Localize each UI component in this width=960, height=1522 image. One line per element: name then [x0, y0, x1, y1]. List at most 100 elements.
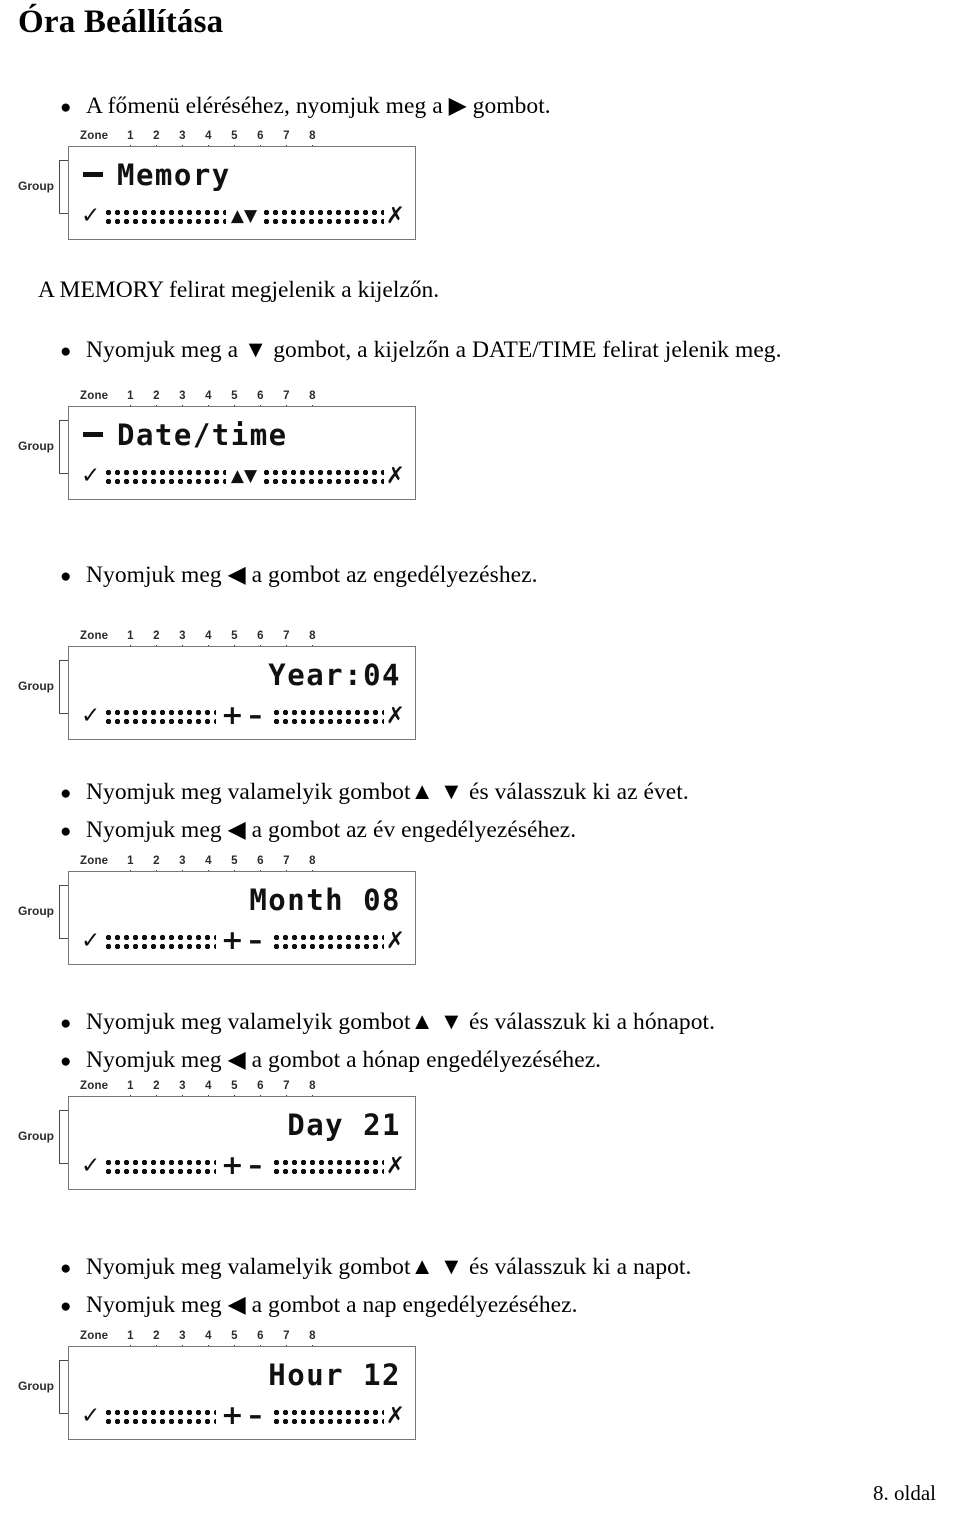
- zone-scale-header: Zone 1 2 3 4 5 6 7 8: [80, 1322, 325, 1354]
- close-icon[interactable]: ✗: [386, 464, 405, 488]
- zone-number: 7: [273, 630, 299, 654]
- check-icon[interactable]: ✓: [81, 704, 100, 728]
- plus-minus-icon[interactable]: +–: [221, 1402, 267, 1429]
- up-down-arrows-icon[interactable]: ▲▼: [231, 207, 257, 225]
- close-icon[interactable]: ✗: [386, 704, 405, 728]
- instruction-text: Nyomjuk meg valamelyik gombot▲ ▼ és vála…: [86, 1009, 716, 1035]
- zone-number-list: 1 2 3 4 5 6 7 8: [117, 130, 325, 154]
- zone-number: 7: [273, 390, 299, 414]
- check-icon[interactable]: ✓: [81, 464, 100, 488]
- zone-number: 4: [195, 130, 221, 154]
- up-down-arrows-icon[interactable]: ▲▼: [231, 467, 257, 485]
- zone-number: 2: [143, 130, 169, 154]
- list-item: ● Nyomjuk meg a ▼ gombot, a kijelzőn a D…: [60, 332, 782, 370]
- zone-number: 2: [143, 390, 169, 414]
- zone-number-list: 1 2 3 4 5 6 7 8: [117, 1080, 325, 1104]
- check-icon[interactable]: ✓: [81, 204, 100, 228]
- lcd-softkey-bar: ✓ +– ✗: [81, 1152, 405, 1179]
- lcd-display-month: Zone 1 2 3 4 5 6 7 8 Group Month 08 ✓ +–…: [18, 847, 438, 972]
- close-icon[interactable]: ✗: [386, 204, 405, 228]
- zone-number: 5: [221, 1330, 247, 1354]
- check-icon[interactable]: ✓: [81, 1404, 100, 1428]
- dotted-rule: [104, 1157, 216, 1175]
- zone-number: 4: [195, 1080, 221, 1104]
- zone-number: 3: [169, 390, 195, 414]
- check-icon[interactable]: ✓: [81, 929, 100, 953]
- list-item: ● Nyomjuk meg ◀ a gombot a nap engedélye…: [60, 1287, 691, 1325]
- lcd-softkey-bar: ✓ ▲▼ ✗: [81, 463, 405, 489]
- group-label: Group: [18, 1379, 54, 1393]
- lcd-screen: Day 21 ✓ +– ✗: [68, 1096, 416, 1190]
- lcd-text-row: Hour 12: [83, 1357, 403, 1393]
- zone-label: Zone: [80, 390, 109, 402]
- zone-number: 6: [247, 130, 273, 154]
- zone-number: 6: [247, 855, 273, 879]
- zone-number: 1: [117, 1080, 143, 1104]
- group-label: Group: [18, 439, 54, 453]
- zone-number: 6: [247, 1330, 273, 1354]
- zone-number: 4: [195, 855, 221, 879]
- zone-number: 4: [195, 1330, 221, 1354]
- lcd-softkey-bar: ✓ +– ✗: [81, 1402, 405, 1429]
- zone-number: 7: [273, 130, 299, 154]
- page-title: Óra Beállítása: [18, 4, 224, 40]
- plus-minus-icon[interactable]: +–: [221, 927, 267, 954]
- zone-number: 3: [169, 130, 195, 154]
- zone-scale-header: Zone 1 2 3 4 5 6 7 8: [80, 122, 325, 154]
- zone-number: 5: [221, 630, 247, 654]
- check-icon[interactable]: ✓: [81, 1154, 100, 1178]
- plus-minus-icon[interactable]: +–: [221, 702, 267, 729]
- zone-number: 3: [169, 855, 195, 879]
- instruction-text: A főmenü eléréséhez, nyomjuk meg a ▶ gom…: [86, 93, 551, 119]
- lcd-text-row: Month 08: [83, 882, 403, 918]
- lcd-midkey[interactable]: ▲▼: [226, 207, 262, 225]
- bullet-dot-icon: ●: [60, 97, 72, 118]
- dotted-rule: [104, 467, 226, 485]
- lcd-text-row: Date/time: [83, 417, 403, 453]
- zone-number: 1: [117, 390, 143, 414]
- dotted-rule: [104, 207, 226, 225]
- lcd-display-date-time: Zone 1 2 3 4 5 6 7 8 Group Date/time ✓ ▲…: [18, 382, 438, 507]
- close-icon[interactable]: ✗: [386, 929, 405, 953]
- lcd-midkey[interactable]: ▲▼: [226, 467, 262, 485]
- zone-number-list: 1 2 3 4 5 6 7 8: [117, 1330, 325, 1354]
- zone-number: 8: [299, 1080, 325, 1104]
- lcd-display-day: Zone 1 2 3 4 5 6 7 8 Group Day 21 ✓ +– ✗: [18, 1072, 438, 1197]
- lcd-text-row: Day 21: [83, 1107, 403, 1143]
- instruction-text: Nyomjuk meg ◀ a gombot a nap engedélyezé…: [86, 1292, 578, 1318]
- zone-number: 5: [221, 855, 247, 879]
- plus-minus-icon[interactable]: +–: [221, 1152, 267, 1179]
- lcd-screen: Memory ✓ ▲▼ ✗: [68, 146, 416, 240]
- zone-number: 8: [299, 130, 325, 154]
- lcd-display-hour: Zone 1 2 3 4 5 6 7 8 Group Hour 12 ✓ +– …: [18, 1322, 438, 1447]
- list-item: ● Nyomjuk meg valamelyik gombot▲ ▼ és vá…: [60, 774, 689, 812]
- zone-number: 1: [117, 1330, 143, 1354]
- lcd-softkey-bar: ✓ ▲▼ ✗: [81, 203, 405, 229]
- lcd-display-memory: Zone 1 2 3 4 5 6 7 8 Group Memory ✓ ▲▼ ✗: [18, 122, 438, 247]
- instruction-block-5: ● Nyomjuk meg valamelyik gombot▲ ▼ és vá…: [60, 1004, 715, 1080]
- lcd-midkey[interactable]: +–: [216, 1402, 272, 1429]
- zone-number: 1: [117, 630, 143, 654]
- zone-label: Zone: [80, 130, 109, 142]
- zone-label: Zone: [80, 855, 109, 867]
- zone-number: 7: [273, 855, 299, 879]
- zone-number: 6: [247, 390, 273, 414]
- list-item: ● Nyomjuk meg ◀ a gombot az engedélyezés…: [60, 557, 538, 595]
- dotted-rule: [272, 1157, 384, 1175]
- group-label: Group: [18, 904, 54, 918]
- zone-scale-header: Zone 1 2 3 4 5 6 7 8: [80, 622, 325, 654]
- lcd-midkey[interactable]: +–: [216, 702, 272, 729]
- bullet-dot-icon: ●: [60, 1013, 72, 1034]
- bullet-dot-icon: ●: [60, 341, 72, 362]
- lcd-midkey[interactable]: +–: [216, 927, 272, 954]
- zone-label: Zone: [80, 1080, 109, 1092]
- close-icon[interactable]: ✗: [386, 1154, 405, 1178]
- instruction-block-6: ● Nyomjuk meg valamelyik gombot▲ ▼ és vá…: [60, 1249, 691, 1325]
- zone-scale-header: Zone 1 2 3 4 5 6 7 8: [80, 382, 325, 414]
- lcd-midkey[interactable]: +–: [216, 1152, 272, 1179]
- dotted-rule: [272, 1407, 384, 1425]
- lcd-screen: Hour 12 ✓ +– ✗: [68, 1346, 416, 1440]
- close-icon[interactable]: ✗: [386, 1404, 405, 1428]
- zone-number: 5: [221, 1080, 247, 1104]
- list-item: ● Nyomjuk meg ◀ a gombot az év engedélye…: [60, 812, 689, 850]
